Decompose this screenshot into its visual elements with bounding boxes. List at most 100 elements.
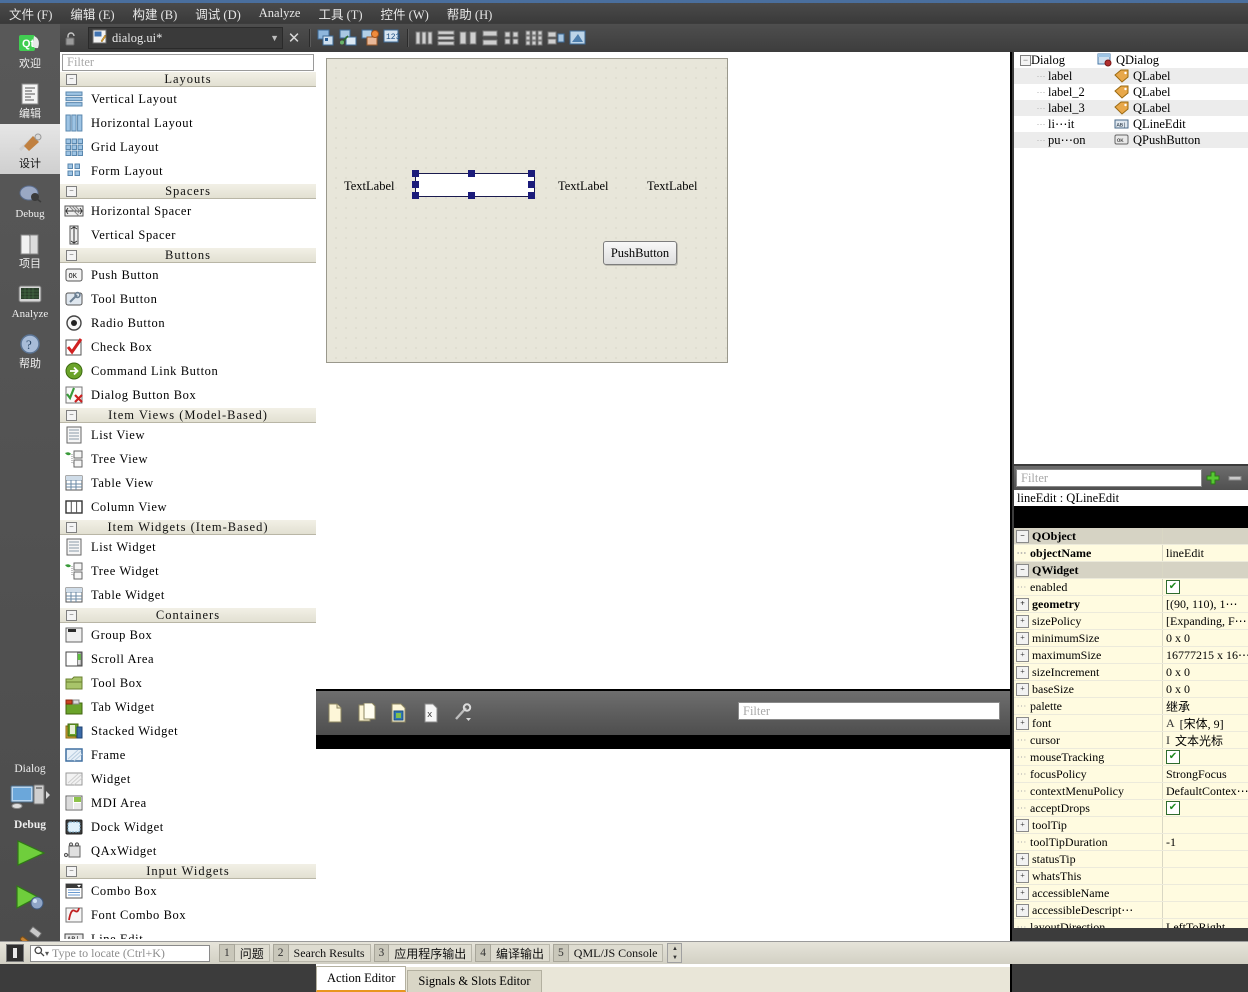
property-expander-icon[interactable]: +	[1016, 631, 1029, 645]
object-inspector-row[interactable]: ⋯ label_3 QLabel	[1014, 100, 1248, 116]
run-play-icon[interactable]	[0, 831, 60, 875]
widget-item[interactable]: Group Box	[60, 623, 316, 647]
widget-item[interactable]: QAxWidget	[60, 839, 316, 863]
run-build-config[interactable]: Debug	[0, 819, 60, 831]
copy-action-icon[interactable]	[354, 700, 380, 726]
dialog-form[interactable]: TextLabel TextLabel TextLabel PushButton	[326, 58, 728, 363]
property-row[interactable]: + baseSize 0 x 0	[1014, 681, 1248, 698]
property-value-cell[interactable]	[1162, 562, 1248, 578]
layout-vertically-icon[interactable]	[436, 28, 456, 48]
property-expander-icon[interactable]: −	[1016, 563, 1029, 577]
property-value-cell[interactable]: StrongFocus	[1162, 766, 1248, 782]
new-action-icon[interactable]	[322, 700, 348, 726]
property-row[interactable]: ⋯ focusPolicy StrongFocus	[1014, 766, 1248, 783]
layout-splitter-horizontal-icon[interactable]	[458, 28, 478, 48]
property-value-cell[interactable]: [(90, 110), 1⋯	[1162, 596, 1248, 612]
expander-icon[interactable]: −	[1020, 54, 1031, 66]
widget-item[interactable]: Command Link Button	[60, 359, 316, 383]
menu-item-4[interactable]: Analyze	[250, 6, 310, 21]
form-label-3[interactable]: TextLabel	[647, 179, 698, 194]
menu-item-2[interactable]: 构建 (B)	[124, 4, 187, 23]
property-value-cell[interactable]: ✔	[1162, 749, 1248, 765]
property-value-cell[interactable]: ✔	[1162, 800, 1248, 816]
open-file-combo[interactable]: dialog.ui* ▼	[88, 27, 283, 49]
menu-item-0[interactable]: 文件 (F)	[0, 4, 61, 23]
widget-category-header[interactable]: − Input Widgets	[60, 863, 316, 879]
menu-item-7[interactable]: 帮助 (H)	[438, 4, 501, 23]
widget-box-list[interactable]: − Layouts Vertical Layout Horizontal Layout…	[60, 71, 316, 939]
break-layout-icon[interactable]	[546, 28, 566, 48]
widget-item[interactable]: Radio Button	[60, 311, 316, 335]
property-row[interactable]: − QObject	[1014, 528, 1248, 545]
widget-category-header[interactable]: − Buttons	[60, 247, 316, 263]
property-row[interactable]: − QWidget	[1014, 562, 1248, 579]
property-row[interactable]: ⋯ acceptDrops ✔	[1014, 800, 1248, 817]
property-row[interactable]: + accessibleDescript⋯	[1014, 902, 1248, 919]
paste-action-icon[interactable]	[386, 700, 412, 726]
resize-handle-bottom-center[interactable]	[468, 192, 475, 199]
tab-action-editor[interactable]: Action Editor	[316, 966, 407, 992]
resize-handle-top-right[interactable]	[528, 170, 535, 177]
desktop-computer-icon[interactable]	[0, 775, 60, 819]
spin-down-arrow[interactable]: ▼	[668, 953, 681, 962]
output-pane-button[interactable]: 5 QML/JS Console	[553, 944, 664, 962]
output-pane-button[interactable]: 1 问题	[219, 944, 270, 962]
property-value-cell[interactable]: [Expanding, F⋯	[1162, 613, 1248, 629]
output-pane-button[interactable]: 2 Search Results	[272, 944, 371, 962]
property-value-cell[interactable]	[1162, 528, 1248, 544]
property-expander-icon[interactable]: +	[1016, 682, 1029, 696]
widget-item[interactable]: Horizontal Spacer	[60, 199, 316, 223]
mode-qt-logo[interactable]: Qt 欢迎	[0, 24, 60, 74]
form-pushbutton[interactable]: PushButton	[603, 241, 677, 265]
property-value-cell[interactable]: A [宋体, 9]	[1162, 715, 1248, 731]
property-value-cell[interactable]	[1162, 902, 1248, 918]
property-expander-icon[interactable]: −	[1016, 529, 1029, 543]
property-row[interactable]: ⋯ contextMenuPolicy DefaultContex⋯	[1014, 783, 1248, 800]
property-row[interactable]: ⋯ mouseTracking ✔	[1014, 749, 1248, 766]
edit-signals-slots-icon[interactable]	[338, 28, 358, 48]
property-expander-icon[interactable]: +	[1016, 648, 1029, 662]
mode-design-brush[interactable]: 设计	[0, 124, 60, 174]
form-canvas[interactable]: TextLabel TextLabel TextLabel PushButton	[316, 52, 1012, 689]
property-row[interactable]: + toolTip	[1014, 817, 1248, 834]
property-expander-icon[interactable]: +	[1016, 818, 1029, 832]
chevron-down-icon[interactable]: ▼	[270, 33, 279, 43]
property-value-cell[interactable]: lineEdit	[1162, 545, 1248, 561]
action-editor-pane[interactable]	[316, 749, 1012, 967]
widget-item[interactable]: Vertical Layout	[60, 87, 316, 111]
spin-up-arrow[interactable]: ▲	[668, 944, 681, 953]
widget-item[interactable]: Vertical Spacer	[60, 223, 316, 247]
layout-grid-icon[interactable]	[524, 28, 544, 48]
property-row[interactable]: + sizePolicy [Expanding, F⋯	[1014, 613, 1248, 630]
adjust-size-icon[interactable]	[568, 28, 588, 48]
tab-signals-slots-editor[interactable]: Signals & Slots Editor	[407, 970, 542, 992]
widget-item[interactable]: Tree Widget	[60, 559, 316, 583]
mode-help-question[interactable]: ? 帮助	[0, 324, 60, 374]
layout-horizontally-icon[interactable]	[414, 28, 434, 48]
property-value-cell[interactable]	[1162, 817, 1248, 833]
run-target-name[interactable]: Dialog	[0, 763, 60, 775]
widget-category-header[interactable]: − Spacers	[60, 183, 316, 199]
widget-item[interactable]: Dock Widget	[60, 815, 316, 839]
property-value-cell[interactable]: DefaultContex⋯	[1162, 783, 1248, 799]
property-row[interactable]: ⋯ palette 继承	[1014, 698, 1248, 715]
widget-category-header[interactable]: − Item Widgets (Item-Based)	[60, 519, 316, 535]
widget-item[interactable]: Tool Button	[60, 287, 316, 311]
menu-item-1[interactable]: 编辑 (E)	[61, 4, 123, 23]
layout-form-icon[interactable]	[502, 28, 522, 48]
property-value-cell[interactable]: ✔	[1162, 579, 1248, 595]
resize-handle-top-center[interactable]	[468, 170, 475, 177]
object-inspector-row[interactable]: ⋯ label_2 QLabel	[1014, 84, 1248, 100]
widget-item[interactable]: Horizontal Layout	[60, 111, 316, 135]
property-expander-icon[interactable]: +	[1016, 869, 1029, 883]
delete-action-icon[interactable]: x	[418, 700, 444, 726]
property-expander-icon[interactable]: +	[1016, 614, 1029, 628]
property-expander-icon[interactable]: +	[1016, 665, 1029, 679]
form-label-1[interactable]: TextLabel	[344, 179, 395, 194]
property-row[interactable]: ⋯ enabled ✔	[1014, 579, 1248, 596]
property-expander-icon[interactable]: +	[1016, 597, 1029, 611]
property-row[interactable]: + whatsThis	[1014, 868, 1248, 885]
resize-handle-bottom-right[interactable]	[528, 192, 535, 199]
output-pane-button[interactable]: 3 应用程序输出	[373, 944, 473, 962]
property-checkbox[interactable]: ✔	[1166, 801, 1180, 815]
